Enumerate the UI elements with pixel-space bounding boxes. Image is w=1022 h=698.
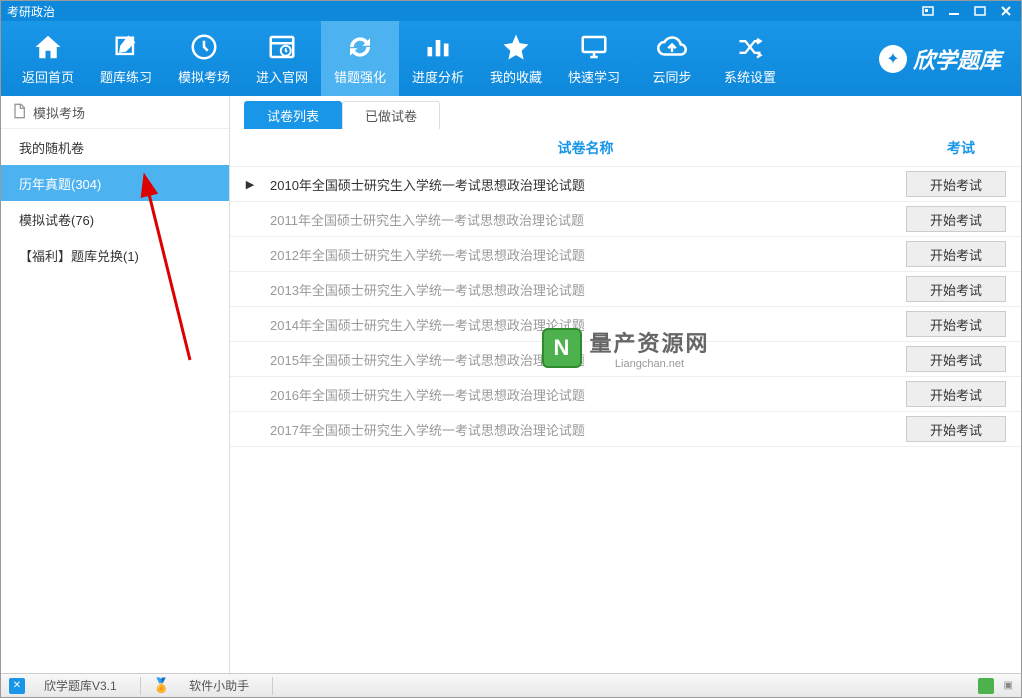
toolbar-quick-learn[interactable]: 快速学习 [555, 21, 633, 96]
toolbar-favorites[interactable]: 我的收藏 [477, 21, 555, 96]
exam-list: ▶2010年全国硕士研究生入学统一考试思想政治理论试题开始考试2011年全国硕士… [230, 167, 1021, 673]
toolbar-cloud-sync[interactable]: 云同步 [633, 21, 711, 96]
tab-exam-list[interactable]: 试卷列表 [244, 101, 342, 129]
col-action: 考试 [901, 138, 1021, 158]
toolbar-wrong-questions[interactable]: 错题强化 [321, 21, 399, 96]
edit-icon [110, 31, 142, 63]
start-exam-button[interactable]: 开始考试 [906, 381, 1006, 407]
exam-name: 2014年全国硕士研究生入学统一考试思想政治理论试题 [270, 315, 901, 334]
window-title: 考研政治 [7, 3, 55, 20]
exam-name: 2011年全国硕士研究生入学统一考试思想政治理论试题 [270, 210, 901, 229]
brand: ✦ 欣学题库 [879, 43, 1013, 75]
sidebar-item-3[interactable]: 【福利】题库兑换(1) [1, 237, 229, 273]
start-exam-button[interactable]: 开始考试 [906, 206, 1006, 232]
toolbar-label: 题库练习 [100, 67, 152, 86]
toolbar-label: 快速学习 [568, 67, 620, 86]
taskbar-app-name[interactable]: 欣学题库V3.1 [33, 675, 128, 697]
divider [140, 677, 141, 695]
toolbar-mock-exam[interactable]: 模拟考场 [165, 21, 243, 96]
window-controls [919, 4, 1015, 18]
start-exam-button[interactable]: 开始考试 [906, 311, 1006, 337]
table-row[interactable]: ▶2010年全国硕士研究生入学统一考试思想政治理论试题开始考试 [230, 167, 1021, 202]
tab-done-exams[interactable]: 已做试卷 [342, 101, 440, 129]
minimize-icon[interactable] [945, 4, 963, 18]
monitor-icon [578, 31, 610, 63]
row-arrow-icon: ▶ [230, 178, 270, 191]
table-row[interactable]: 2013年全国硕士研究生入学统一考试思想政治理论试题开始考试 [230, 272, 1021, 307]
start-exam-button[interactable]: 开始考试 [906, 276, 1006, 302]
cloud-upload-icon [656, 31, 688, 63]
shuffle-icon [734, 31, 766, 63]
tray-icon[interactable] [978, 678, 994, 694]
toolbar-home[interactable]: 返回首页 [9, 21, 87, 96]
titlebar: 考研政治 [1, 1, 1021, 21]
sidebar-item-0[interactable]: 我的随机卷 [1, 129, 229, 165]
sidebar-title: 模拟考场 [33, 103, 85, 122]
table-row[interactable]: 2014年全国硕士研究生入学统一考试思想政治理论试题开始考试 [230, 307, 1021, 342]
toolbar-label: 系统设置 [724, 67, 776, 86]
col-exam-name: 试卷名称 [270, 138, 901, 158]
sidebar: 模拟考场 我的随机卷历年真题(304)模拟试卷(76)【福利】题库兑换(1) [1, 96, 230, 673]
sidebar-item-2[interactable]: 模拟试卷(76) [1, 201, 229, 237]
table-row[interactable]: 2012年全国硕士研究生入学统一考试思想政治理论试题开始考试 [230, 237, 1021, 272]
exam-name: 2017年全国硕士研究生入学统一考试思想政治理论试题 [270, 420, 901, 439]
start-exam-button[interactable]: 开始考试 [906, 171, 1006, 197]
exam-name: 2016年全国硕士研究生入学统一考试思想政治理论试题 [270, 385, 901, 404]
window: 考研政治 返回首页 题库练习 模拟考场 [0, 0, 1022, 698]
brand-text: 欣学题库 [913, 43, 1001, 75]
exam-name: 2010年全国硕士研究生入学统一考试思想政治理论试题 [270, 175, 901, 194]
document-icon [11, 103, 27, 122]
body-area: 模拟考场 我的随机卷历年真题(304)模拟试卷(76)【福利】题库兑换(1) 试… [1, 96, 1021, 673]
table-row[interactable]: 2017年全国硕士研究生入学统一考试思想政治理论试题开始考试 [230, 412, 1021, 447]
divider [272, 677, 273, 695]
toolbar: 返回首页 题库练习 模拟考场 进入官网 错题强化 进度分析 我的收藏 快速学习 [1, 21, 1021, 96]
main: 试卷列表 已做试卷 试卷名称 考试 ▶2010年全国硕士研究生入学统一考试思想政… [230, 96, 1021, 673]
start-exam-button[interactable]: 开始考试 [906, 346, 1006, 372]
home-icon [32, 31, 64, 63]
toolbar-label: 云同步 [652, 67, 691, 86]
refresh-icon [344, 31, 376, 63]
sidebar-header: 模拟考场 [1, 96, 229, 129]
maximize-icon[interactable] [971, 4, 989, 18]
tray-expand-icon[interactable]: ▣ [1004, 680, 1013, 691]
clock-icon [188, 31, 220, 63]
toolbar-practice[interactable]: 题库练习 [87, 21, 165, 96]
table-row[interactable]: 2011年全国硕士研究生入学统一考试思想政治理论试题开始考试 [230, 202, 1021, 237]
window-restore-down-icon[interactable] [919, 4, 937, 18]
toolbar-progress[interactable]: 进度分析 [399, 21, 477, 96]
list-header: 试卷名称 考试 [230, 129, 1021, 167]
toolbar-label: 错题强化 [334, 67, 386, 86]
toolbar-official-site[interactable]: 进入官网 [243, 21, 321, 96]
medal-icon: 🏅 [153, 677, 170, 694]
chart-bar-icon [422, 31, 454, 63]
exam-name: 2015年全国硕士研究生入学统一考试思想政治理论试题 [270, 350, 901, 369]
start-exam-button[interactable]: 开始考试 [906, 241, 1006, 267]
brand-logo-icon: ✦ [879, 45, 907, 73]
close-icon[interactable] [997, 4, 1015, 18]
start-exam-button[interactable]: 开始考试 [906, 416, 1006, 442]
star-icon [500, 31, 532, 63]
tabs: 试卷列表 已做试卷 [230, 96, 1021, 129]
exam-name: 2012年全国硕士研究生入学统一考试思想政治理论试题 [270, 245, 901, 264]
toolbar-label: 返回首页 [22, 67, 74, 86]
table-row[interactable]: 2015年全国硕士研究生入学统一考试思想政治理论试题开始考试 [230, 342, 1021, 377]
exam-name: 2013年全国硕士研究生入学统一考试思想政治理论试题 [270, 280, 901, 299]
toolbar-settings[interactable]: 系统设置 [711, 21, 789, 96]
toolbar-label: 我的收藏 [490, 67, 542, 86]
table-row[interactable]: 2016年全国硕士研究生入学统一考试思想政治理论试题开始考试 [230, 377, 1021, 412]
toolbar-label: 模拟考场 [178, 67, 230, 86]
sidebar-item-1[interactable]: 历年真题(304) [1, 165, 229, 201]
taskbar-app-icon[interactable]: ✕ [9, 678, 25, 694]
toolbar-label: 进度分析 [412, 67, 464, 86]
taskbar-right: ▣ [978, 678, 1013, 694]
taskbar: ✕ 欣学题库V3.1 🏅 软件小助手 ▣ [1, 673, 1021, 697]
taskbar-helper[interactable]: 软件小助手 [178, 675, 260, 697]
calendar-clock-icon [266, 31, 298, 63]
toolbar-label: 进入官网 [256, 67, 308, 86]
